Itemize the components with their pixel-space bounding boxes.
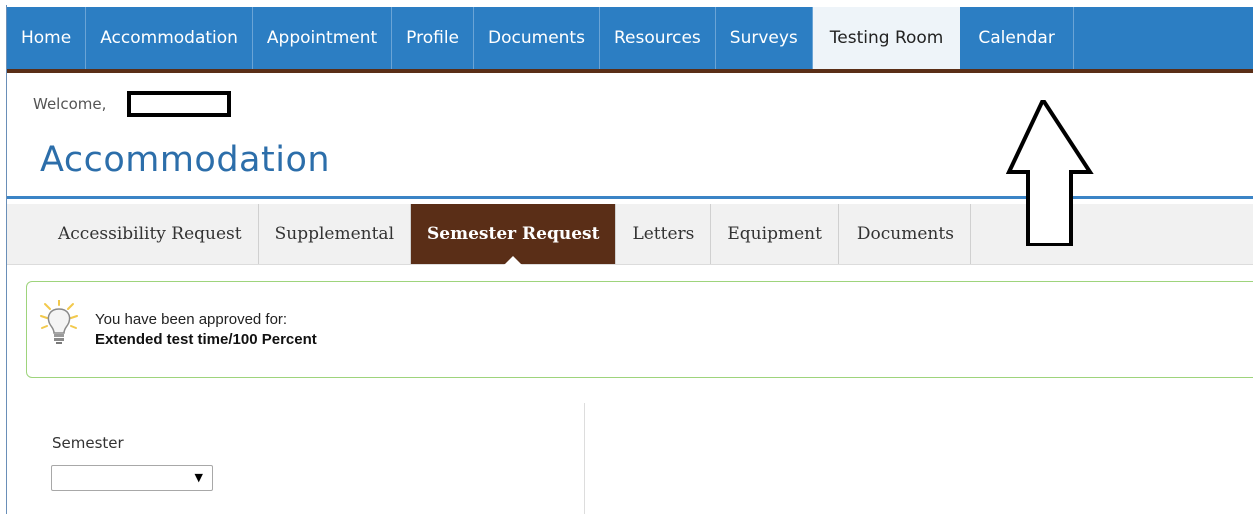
tab-accessibility-request[interactable]: Accessibility Request — [42, 204, 259, 264]
dropdown-caret-icon: ▼ — [194, 471, 203, 484]
notice-intro-text: You have been approved for: — [95, 311, 288, 328]
nav-item-accommodation[interactable]: Accommodation — [86, 7, 253, 69]
nav-item-profile[interactable]: Profile — [392, 7, 475, 69]
nav-underline — [7, 69, 1253, 73]
tab-equipment[interactable]: Equipment — [711, 204, 839, 264]
tab-supplemental[interactable]: Supplemental — [259, 204, 411, 264]
tab-letters[interactable]: Letters — [616, 204, 712, 264]
up-arrow-annotation — [1006, 100, 1094, 246]
semester-select[interactable]: ▼ — [51, 465, 213, 491]
nav-item-appointment[interactable]: Appointment — [253, 7, 393, 69]
nav-item-calendar[interactable]: Calendar — [960, 7, 1074, 69]
tab-semester-request[interactable]: Semester Request — [411, 204, 617, 265]
lightbulb-icon — [40, 300, 78, 344]
nav-item-documents[interactable]: Documents — [474, 7, 600, 69]
semester-label: Semester — [52, 434, 124, 452]
welcome-text: Welcome, — [33, 95, 107, 113]
tab-documents[interactable]: Documents — [839, 204, 971, 264]
approval-notice: You have been approved for: Extended tes… — [26, 281, 1253, 378]
top-navigation: Home Accommodation Appointment Profile D… — [7, 7, 1253, 69]
nav-item-surveys[interactable]: Surveys — [716, 7, 813, 69]
nav-item-testing-room[interactable]: Testing Room — [812, 7, 961, 69]
nav-item-resources[interactable]: Resources — [600, 7, 716, 69]
column-divider — [584, 403, 585, 514]
notice-approval-text: Extended test time/100 Percent — [95, 331, 317, 348]
redacted-username — [127, 91, 231, 117]
page-title: Accommodation — [40, 140, 331, 180]
nav-item-home[interactable]: Home — [7, 7, 87, 69]
subnav-spacer — [7, 204, 42, 264]
